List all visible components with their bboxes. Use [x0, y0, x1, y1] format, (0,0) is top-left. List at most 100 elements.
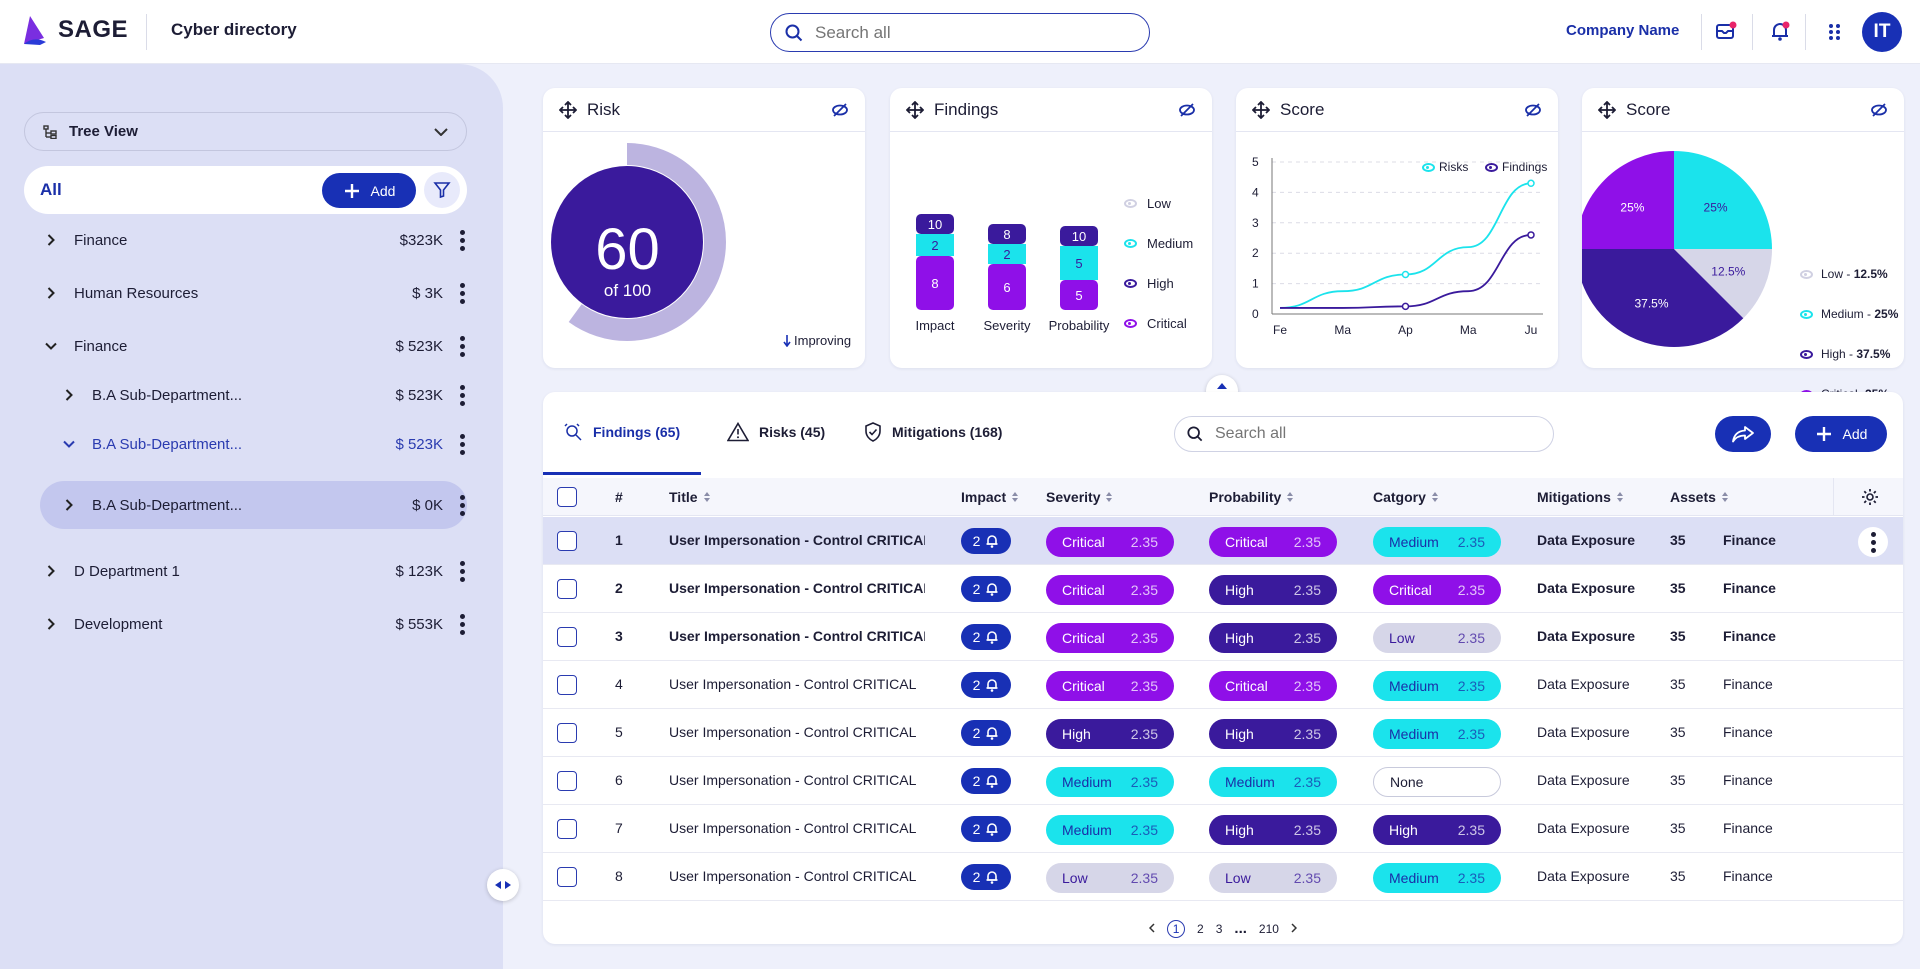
next-page-icon[interactable]	[1291, 922, 1298, 936]
sidebar-item-subdept-3[interactable]: B.A Sub-Department... $ 0K	[58, 482, 467, 528]
table-row[interactable]: 8 User Impersonation - Control CRITICAL …	[543, 853, 1903, 901]
row-title[interactable]: User Impersonation - Control CRITICAL	[669, 532, 925, 548]
row-checkbox[interactable]	[557, 531, 577, 551]
data-point[interactable]	[1527, 179, 1535, 188]
impact-badge[interactable]: 2	[961, 672, 1011, 698]
severity-badge[interactable]: Medium 2.35	[1046, 767, 1174, 797]
page-link[interactable]: 210	[1259, 922, 1279, 936]
severity-badge[interactable]: Medium 2.35	[1046, 815, 1174, 845]
legend-medium[interactable]: Medium - 25%	[1800, 307, 1898, 321]
chevron-right-icon[interactable]	[40, 287, 62, 299]
sidebar-collapse-toggle[interactable]	[487, 869, 519, 901]
legend-medium[interactable]: Medium	[1124, 236, 1193, 251]
sidebar-item-finance-expanded[interactable]: Finance $ 523K	[40, 323, 467, 369]
severity-badge[interactable]: Critical 2.35	[1046, 623, 1174, 653]
row-checkbox[interactable]	[557, 627, 577, 647]
table-row[interactable]: 4 User Impersonation - Control CRITICAL …	[543, 661, 1903, 709]
probability-badge[interactable]: High 2.35	[1209, 815, 1337, 845]
sidebar-item-subdept-2[interactable]: B.A Sub-Department... $ 523K	[58, 421, 467, 467]
chevron-right-icon[interactable]	[40, 565, 62, 577]
page-link[interactable]: 3	[1216, 922, 1223, 936]
legend-critical[interactable]: Critical	[1124, 316, 1187, 331]
impact-badge[interactable]: 2	[961, 528, 1011, 554]
row-title[interactable]: User Impersonation - Control CRITICAL	[669, 772, 925, 788]
tab-mitigations[interactable]: Mitigations (168)	[864, 410, 1002, 454]
data-point[interactable]	[1401, 302, 1410, 311]
legend-low[interactable]: Low	[1124, 196, 1171, 211]
select-all-checkbox[interactable]	[557, 487, 577, 507]
impact-badge[interactable]: 2	[961, 720, 1011, 746]
company-name-link[interactable]: Company Name	[1566, 22, 1679, 39]
hide-eye-icon[interactable]	[1178, 102, 1196, 118]
probability-badge[interactable]: High 2.35	[1209, 719, 1337, 749]
row-title[interactable]: User Impersonation - Control CRITICAL	[669, 724, 925, 740]
row-checkbox[interactable]	[557, 579, 577, 599]
legend-low[interactable]: Low - 12.5%	[1800, 267, 1888, 281]
hide-eye-icon[interactable]	[831, 102, 849, 118]
impact-badge[interactable]: 2	[961, 624, 1011, 650]
table-row[interactable]: 1 User Impersonation - Control CRITICAL …	[543, 517, 1903, 565]
probability-badge[interactable]: Critical 2.35	[1209, 671, 1337, 701]
sidebar-item-development[interactable]: Development $ 553K	[40, 601, 467, 647]
impact-badge[interactable]: 2	[961, 816, 1011, 842]
sidebar-item-subdept-1[interactable]: B.A Sub-Department... $ 523K	[58, 372, 467, 418]
impact-badge[interactable]: 2	[961, 864, 1011, 890]
more-options-icon[interactable]	[457, 335, 467, 357]
severity-badge[interactable]: Critical 2.35	[1046, 527, 1174, 557]
category-badge[interactable]: Medium 2.35	[1373, 527, 1501, 557]
severity-badge[interactable]: Critical 2.35	[1046, 575, 1174, 605]
bell-icon[interactable]	[1769, 20, 1791, 47]
table-row[interactable]: 7 User Impersonation - Control CRITICAL …	[543, 805, 1903, 853]
category-badge[interactable]: High 2.35	[1373, 815, 1501, 845]
row-title[interactable]: User Impersonation - Control CRITICAL	[669, 628, 925, 644]
category-badge[interactable]: Medium 2.35	[1373, 719, 1501, 749]
table-row[interactable]: 3 User Impersonation - Control CRITICAL …	[543, 613, 1903, 661]
chevron-right-icon[interactable]	[58, 499, 80, 511]
impact-badge[interactable]: 2	[961, 768, 1011, 794]
view-selector[interactable]: Tree View	[24, 112, 467, 151]
probability-badge[interactable]: High 2.35	[1209, 575, 1337, 605]
sidebar-add-button[interactable]: Add	[322, 173, 416, 208]
row-title[interactable]: User Impersonation - Control CRITICAL	[669, 868, 925, 884]
drag-move-icon[interactable]	[559, 100, 577, 119]
column-header-impact[interactable]: Impact	[961, 489, 1019, 505]
page-current[interactable]: 1	[1167, 920, 1186, 938]
inbox-icon[interactable]	[1715, 20, 1737, 47]
sidebar-item-finance[interactable]: Finance $323K	[40, 217, 467, 263]
more-options-icon[interactable]	[457, 494, 467, 516]
row-checkbox[interactable]	[557, 867, 577, 887]
category-badge[interactable]: Low 2.35	[1373, 623, 1501, 653]
sidebar-item-d-department-1[interactable]: D Department 1 $ 123K	[40, 548, 467, 594]
chevron-down-icon[interactable]	[40, 342, 62, 350]
legend-high[interactable]: High	[1124, 276, 1174, 291]
category-badge[interactable]: Critical 2.35	[1373, 575, 1501, 605]
global-search[interactable]	[770, 13, 1150, 52]
global-search-input[interactable]	[815, 22, 1115, 43]
apps-grid-icon[interactable]	[1828, 23, 1842, 46]
category-badge[interactable]: None	[1373, 767, 1501, 797]
avatar[interactable]: IT	[1862, 12, 1902, 52]
column-header-category[interactable]: Catgory	[1373, 489, 1438, 505]
more-options-icon[interactable]	[457, 384, 467, 406]
legend-high[interactable]: High - 37.5%	[1800, 347, 1890, 361]
sidebar-item-human-resources[interactable]: Human Resources $ 3K	[40, 270, 467, 316]
tab-findings[interactable]: Findings (65)	[563, 410, 680, 454]
drag-move-icon[interactable]	[1252, 100, 1270, 119]
filter-button[interactable]	[424, 172, 460, 208]
category-badge[interactable]: Medium 2.35	[1373, 863, 1501, 893]
drag-move-icon[interactable]	[906, 100, 924, 119]
severity-badge[interactable]: High 2.35	[1046, 719, 1174, 749]
severity-badge[interactable]: Low 2.35	[1046, 863, 1174, 893]
column-header-number[interactable]: #	[615, 489, 623, 505]
row-more-options-icon[interactable]	[1858, 527, 1888, 557]
table-row[interactable]: 5 User Impersonation - Control CRITICAL …	[543, 709, 1903, 757]
hide-eye-icon[interactable]	[1524, 102, 1542, 118]
table-search-input[interactable]	[1215, 425, 1515, 443]
chevron-right-icon[interactable]	[40, 618, 62, 630]
hide-eye-icon[interactable]	[1870, 102, 1888, 118]
data-point[interactable]	[1401, 270, 1410, 279]
drag-move-icon[interactable]	[1598, 100, 1616, 119]
column-header-probability[interactable]: Probability	[1209, 489, 1294, 505]
table-row[interactable]: 6 User Impersonation - Control CRITICAL …	[543, 757, 1903, 805]
probability-badge[interactable]: Medium 2.35	[1209, 767, 1337, 797]
